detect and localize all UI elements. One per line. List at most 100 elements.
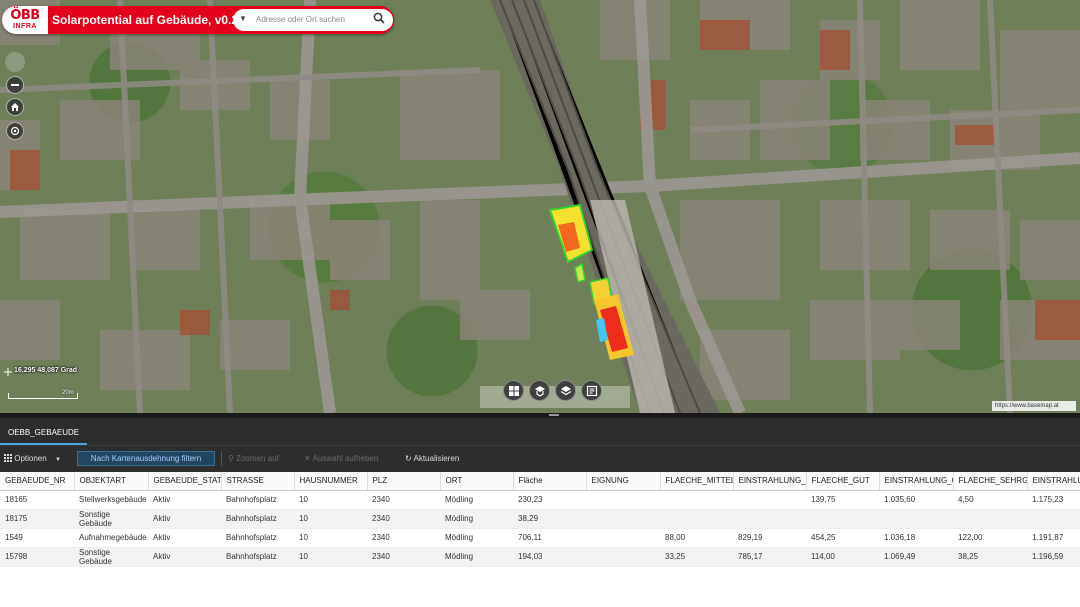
filter-by-extent-button[interactable]: Nach Kartenausdehnung filtern xyxy=(77,451,215,466)
column-header[interactable]: HAUSNUMMER xyxy=(294,472,368,491)
table-cell: Aktiv xyxy=(148,509,221,529)
table-cell xyxy=(733,490,806,510)
table-cell: Stellwerksgebäude xyxy=(74,490,148,510)
options-label: Optionen xyxy=(14,454,47,463)
table-cell: 10 xyxy=(294,547,367,567)
refresh-label: Aktualisieren xyxy=(413,454,460,463)
table-row[interactable]: 15798 Sonstige Gebäude Aktiv Bahnhofsplatz 1… xyxy=(0,547,1080,567)
column-header[interactable]: Fläche xyxy=(513,472,587,491)
table-cell xyxy=(660,490,733,510)
search-icon xyxy=(373,12,385,24)
table-cell: Bahnhofsplatz xyxy=(221,528,294,548)
table-cell: 33,25 xyxy=(660,547,733,567)
table-cell: 10 xyxy=(294,490,367,510)
home-button[interactable] xyxy=(6,98,24,116)
table-cell: 829,19 xyxy=(733,528,806,548)
table-cell: 706,11 xyxy=(513,528,586,548)
map-pin-icon: ⚲ xyxy=(228,454,234,463)
splitter-handle[interactable] xyxy=(549,414,559,416)
table-row[interactable]: 1549 Aufnahmegebäude Aktiv Bahnhofsplatz 10 2… xyxy=(0,528,1080,548)
table-cell: 1549 xyxy=(0,528,74,548)
column-header[interactable]: EINSTRAHLU xyxy=(1027,472,1080,491)
tab-oebb-gebaeude[interactable]: OEBB_GEBAEUDE xyxy=(0,418,88,445)
aerial-imagery xyxy=(0,0,1080,413)
table-cell: 15798 xyxy=(0,547,74,567)
table-cell: Aktiv xyxy=(148,490,221,510)
analysis-button[interactable] xyxy=(529,380,550,401)
search-button[interactable] xyxy=(373,12,387,27)
column-header[interactable]: EINSTRAHLUNG_M xyxy=(733,472,807,491)
layers-button[interactable] xyxy=(555,380,576,401)
search-source-dropdown[interactable]: ▼ xyxy=(239,14,247,23)
table-cell: 785,17 xyxy=(733,547,806,567)
table-cell: 122,00 xyxy=(953,528,1027,548)
table-cell: Aktiv xyxy=(148,528,221,548)
zoom-in-button[interactable] xyxy=(5,52,25,72)
table-cell xyxy=(660,509,733,529)
attribute-grid: GEBAEUDE_NR OBJEKTART GEBAEUDE_STATU STR… xyxy=(0,472,1080,567)
map-attribution[interactable]: https://www.basemap.at xyxy=(992,401,1076,411)
column-header[interactable]: FLAECHE_GUT xyxy=(806,472,880,491)
scale-label: 20m xyxy=(62,390,74,396)
table-cell xyxy=(586,547,660,567)
table-cell xyxy=(1027,509,1080,529)
table-cell: Mödling xyxy=(440,547,513,567)
table-cell xyxy=(879,509,953,529)
oebb-infra-logo: ÖBB INFRA xyxy=(2,6,48,34)
action-divider xyxy=(221,451,222,466)
table-cell xyxy=(806,509,879,529)
toolbar-next-arrow[interactable]: › xyxy=(614,391,617,402)
options-menu[interactable]: Optionen ▼ xyxy=(4,445,61,472)
column-header[interactable]: FLAECHE_MITTEL xyxy=(660,472,734,491)
table-cell: 38,25 xyxy=(953,547,1027,567)
table-cell: 230,23 xyxy=(513,490,586,510)
basemap-gallery-button[interactable] xyxy=(503,380,524,401)
zoom-out-button[interactable] xyxy=(6,76,24,94)
table-cell: 38,29 xyxy=(513,509,586,529)
table-cell xyxy=(586,490,660,510)
table-cell xyxy=(733,509,806,529)
table-cell: 454,25 xyxy=(806,528,879,548)
attribute-table: GEBAEUDE_NR OBJEKTART GEBAEUDE_STATU STR… xyxy=(0,472,1080,607)
search-input[interactable] xyxy=(256,12,366,27)
table-cell: Bahnhofsplatz xyxy=(221,490,294,510)
table-row[interactable]: 18165 Stellwerksgebäude Aktiv Bahnhofsplatz… xyxy=(0,490,1080,510)
legend-icon xyxy=(586,385,598,397)
logo-main: ÖBB xyxy=(10,8,40,23)
column-header[interactable]: EIGNUNG xyxy=(586,472,661,491)
table-row[interactable]: 18175 Sonstige Gebäude Aktiv Bahnhofsplatz 1… xyxy=(0,509,1080,529)
locate-button[interactable] xyxy=(6,122,24,140)
column-header[interactable]: ORT xyxy=(440,472,514,491)
chevron-down-icon: ▼ xyxy=(54,457,61,463)
column-header[interactable]: STRASSE xyxy=(221,472,295,491)
table-cell: 1.069,49 xyxy=(879,547,953,567)
refresh-button[interactable]: ↻ Aktualisieren xyxy=(405,445,459,472)
column-header[interactable]: OBJEKTART xyxy=(74,472,149,491)
table-cell: 1.035,60 xyxy=(879,490,953,510)
analysis-icon xyxy=(535,386,545,397)
table-cell: 1.196,59 xyxy=(1027,547,1080,567)
column-header[interactable]: PLZ xyxy=(367,472,441,491)
column-header[interactable]: GEBAEUDE_STATU xyxy=(148,472,222,491)
table-cell: Bahnhofsplatz xyxy=(221,547,294,567)
clear-selection-button[interactable]: ✕ Auswahl aufheben xyxy=(304,445,378,472)
clear-selection-label: Auswahl aufheben xyxy=(312,454,379,463)
table-cell: 2340 xyxy=(367,490,440,510)
column-header[interactable]: GEBAEUDE_NR xyxy=(0,472,75,491)
column-header[interactable]: EINSTRAHLUNG_G xyxy=(879,472,954,491)
logo-sub: INFRA xyxy=(13,23,37,30)
basemap-gallery-icon xyxy=(509,386,519,396)
crosshair-icon xyxy=(4,368,12,376)
table-cell: 2340 xyxy=(367,547,440,567)
table-cell: 4,50 xyxy=(953,490,1027,510)
table-cell: Aktiv xyxy=(148,547,221,567)
table-cell: 88,00 xyxy=(660,528,733,548)
zoom-to-button[interactable]: ⚲ Zoomen auf xyxy=(228,445,279,472)
table-cell: 18175 xyxy=(0,509,74,529)
map-view[interactable]: ÖBB INFRA Solarpotential auf Gebäude, v0… xyxy=(0,0,1080,413)
panel-tabbar xyxy=(0,418,1080,445)
legend-button[interactable] xyxy=(581,380,602,401)
column-header[interactable]: FLAECHE_SEHRGU xyxy=(953,472,1028,491)
table-cell: Mödling xyxy=(440,509,513,529)
table-cell: 1.175,23 xyxy=(1027,490,1080,510)
